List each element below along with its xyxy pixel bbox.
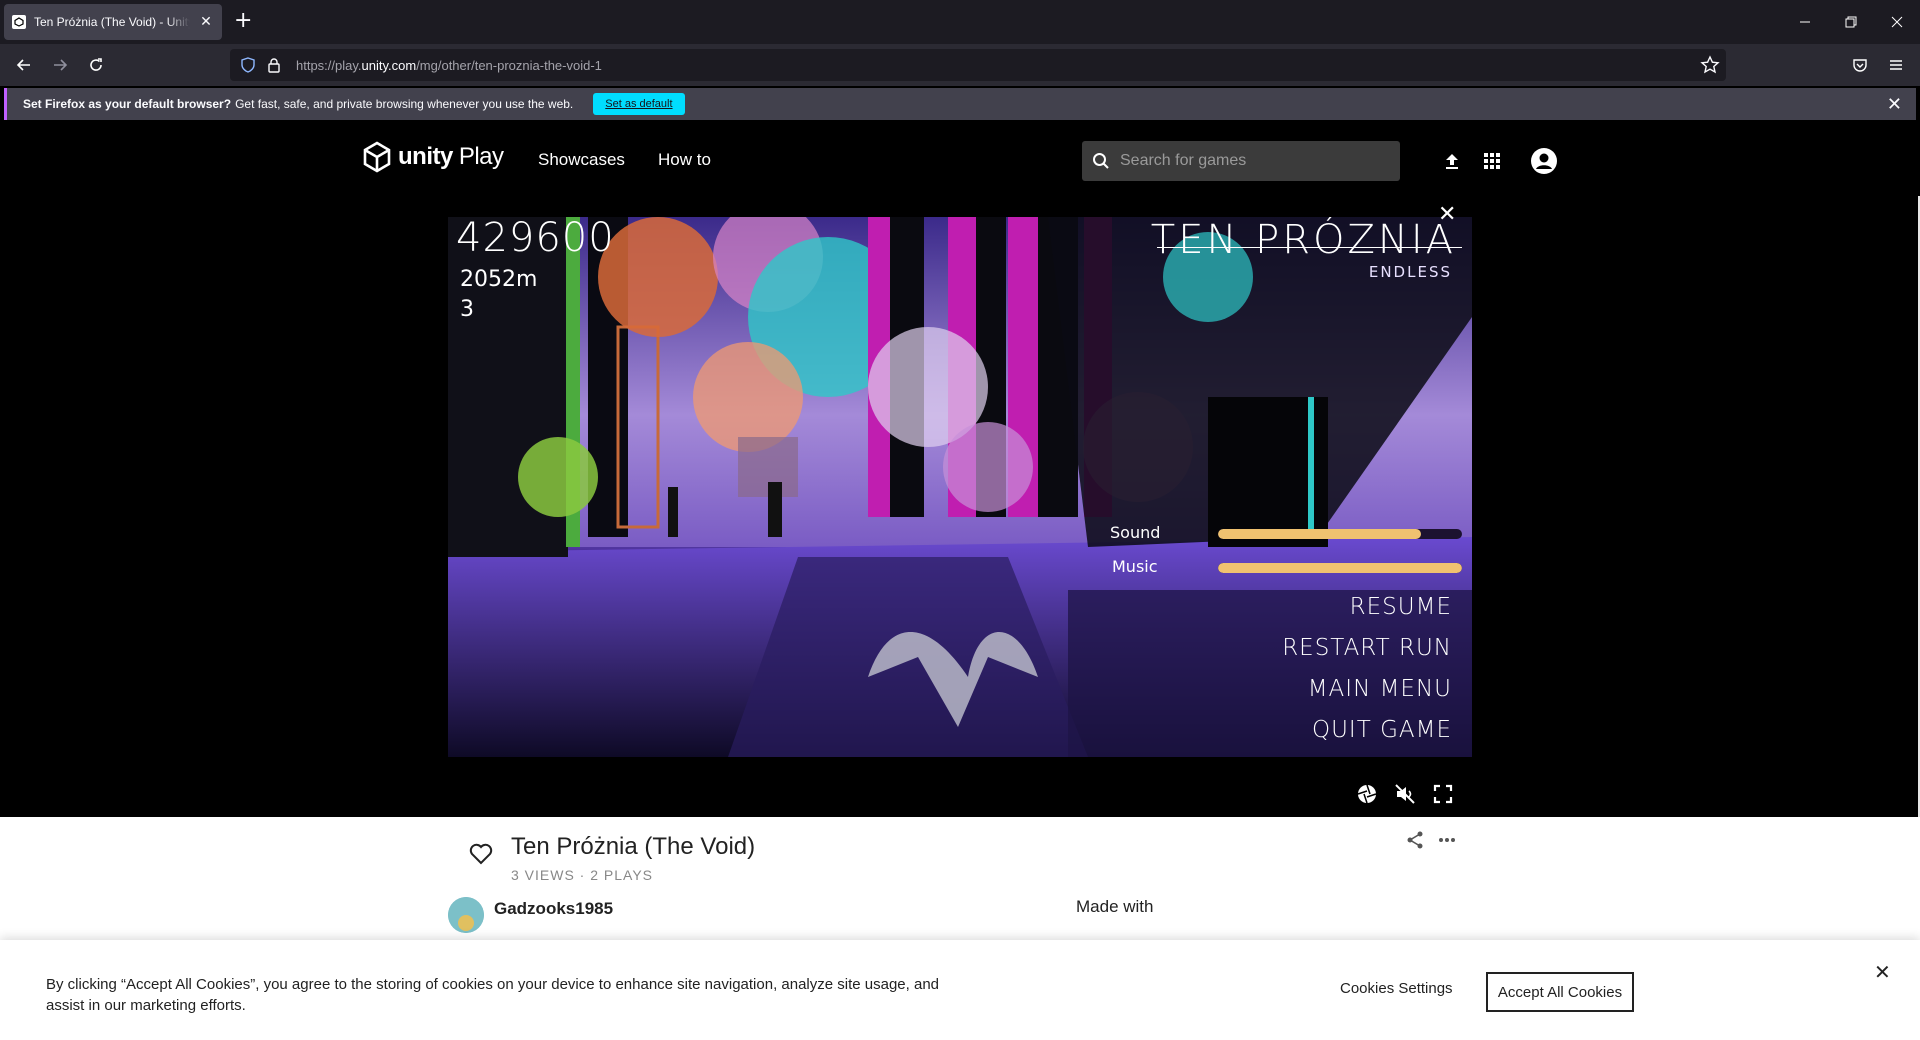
- fullscreen-icon: [1433, 784, 1453, 804]
- search-box[interactable]: [1082, 141, 1400, 181]
- set-as-default-button[interactable]: Set as default: [593, 93, 685, 115]
- grid-icon: [1484, 153, 1500, 169]
- forward-button[interactable]: [48, 53, 72, 77]
- sound-slider-fill: [1218, 529, 1421, 539]
- music-slider[interactable]: [1218, 563, 1462, 573]
- nav-showcases[interactable]: Showcases: [538, 150, 625, 170]
- unity-favicon-icon: [12, 15, 26, 29]
- restore-button[interactable]: [1828, 0, 1874, 44]
- default-browser-notification: Set Firefox as your default browser? Get…: [4, 88, 1916, 120]
- main-menu-button[interactable]: MAIN MENU: [1308, 676, 1452, 702]
- browser-tab[interactable]: Ten Próżnia (The Void) - Unity Play ✕: [4, 4, 222, 40]
- game-mode-label: ENDLESS: [1368, 263, 1452, 281]
- arrow-right-icon: [54, 59, 68, 71]
- search-icon: [1093, 153, 1109, 169]
- nav-how-to[interactable]: How to: [658, 150, 711, 170]
- browser-nav-bar: https://play.unity.com/mg/other/ten-proz…: [0, 44, 1920, 86]
- quit-game-button[interactable]: QUIT GAME: [1312, 717, 1452, 743]
- cookies-settings-button[interactable]: Cookies Settings: [1340, 980, 1453, 997]
- tab-title: Ten Próżnia (The Void) - Unity Play: [34, 15, 190, 29]
- pocket-button[interactable]: [1848, 53, 1872, 77]
- reload-button[interactable]: [84, 53, 108, 77]
- upload-button[interactable]: [1440, 149, 1464, 173]
- cookie-close-icon[interactable]: ✕: [1874, 962, 1891, 982]
- logo-text-unity: unity: [398, 143, 453, 170]
- url-bar[interactable]: https://play.unity.com/mg/other/ten-proz…: [230, 49, 1726, 81]
- music-label: Music: [1112, 557, 1158, 576]
- cookie-consent-text: By clicking “Accept All Cookies”, you ag…: [46, 976, 940, 1014]
- author-avatar[interactable]: [448, 897, 484, 933]
- new-tab-button[interactable]: +: [234, 10, 252, 32]
- sound-slider[interactable]: [1218, 529, 1462, 539]
- author-name[interactable]: Gadzooks1985: [494, 899, 613, 919]
- shield-icon[interactable]: [240, 57, 256, 73]
- browser-tab-bar: Ten Próżnia (The Void) - Unity Play ✕ +: [0, 0, 1920, 44]
- accept-all-cookies-button[interactable]: Accept All Cookies: [1486, 972, 1634, 1012]
- unity-logo-icon: [363, 141, 391, 173]
- close-icon: [1891, 16, 1903, 28]
- tab-close-icon[interactable]: ✕: [198, 14, 214, 30]
- url-text[interactable]: https://play.unity.com/mg/other/ten-proz…: [296, 58, 602, 73]
- notification-heading: Set Firefox as your default browser?: [23, 97, 232, 111]
- unity-play-logo[interactable]: unity Play: [360, 140, 504, 174]
- close-window-button[interactable]: [1874, 0, 1920, 44]
- pause-menu: RESUME RESTART RUN MAIN MENU QUIT GAME: [1068, 590, 1472, 757]
- site-header: unity Play Showcases How to: [0, 122, 1920, 196]
- search-input[interactable]: [1120, 152, 1380, 170]
- lives-display: 3: [460, 297, 474, 322]
- page-content: unity Play Showcases How to Search for g…: [0, 122, 1920, 1040]
- music-slider-fill: [1218, 563, 1462, 573]
- volume-off-icon: [1395, 784, 1415, 804]
- cookie-banner: By clicking “Accept All Cookies”, you ag…: [0, 940, 1920, 1040]
- pocket-icon: [1853, 59, 1867, 72]
- resume-button[interactable]: RESUME: [1350, 594, 1452, 620]
- arrow-left-icon: [16, 59, 30, 71]
- account-button[interactable]: [1530, 147, 1558, 175]
- heart-icon[interactable]: [468, 841, 494, 867]
- account-icon: [1531, 148, 1557, 174]
- fullscreen-button[interactable]: [1432, 783, 1454, 805]
- game-canvas[interactable]: 429600 2052m 3 TEN PRÓZNIA ENDLESS Sound…: [448, 217, 1472, 757]
- apps-grid-button[interactable]: [1480, 149, 1504, 173]
- lock-icon[interactable]: [266, 57, 282, 73]
- aperture-icon: [1357, 784, 1377, 804]
- game-logo-title: TEN PRÓZNIA: [1150, 217, 1463, 263]
- notification-close-icon[interactable]: ✕: [1887, 95, 1902, 113]
- made-with-label: Made with: [1076, 897, 1154, 916]
- bookmark-star-icon[interactable]: [1700, 55, 1720, 75]
- game-close-icon[interactable]: ✕: [1438, 204, 1456, 226]
- game-title: Ten Próżnia (The Void): [511, 833, 756, 860]
- hamburger-menu-icon: [1890, 60, 1902, 70]
- share-icon[interactable]: [1404, 829, 1426, 851]
- restore-icon: [1845, 16, 1857, 28]
- minimize-icon: [1800, 21, 1810, 23]
- restart-run-button[interactable]: RESTART RUN: [1282, 635, 1452, 661]
- notification-text: Get fast, safe, and private browsing whe…: [235, 97, 574, 111]
- game-stats: 3 VIEWS · 2 PLAYS: [511, 867, 654, 883]
- more-options-icon[interactable]: [1436, 829, 1458, 851]
- aperture-button[interactable]: [1356, 783, 1378, 805]
- sound-label: Sound: [1110, 523, 1161, 542]
- logo-text-play: Play: [458, 143, 504, 170]
- app-menu-button[interactable]: [1884, 53, 1908, 77]
- distance-display: 2052m: [460, 267, 538, 292]
- upload-icon: [1446, 154, 1458, 169]
- mute-button[interactable]: [1394, 783, 1416, 805]
- reload-icon: [90, 58, 102, 71]
- score-display: 429600: [456, 217, 615, 261]
- back-button[interactable]: [12, 53, 36, 77]
- minimize-button[interactable]: [1782, 0, 1828, 44]
